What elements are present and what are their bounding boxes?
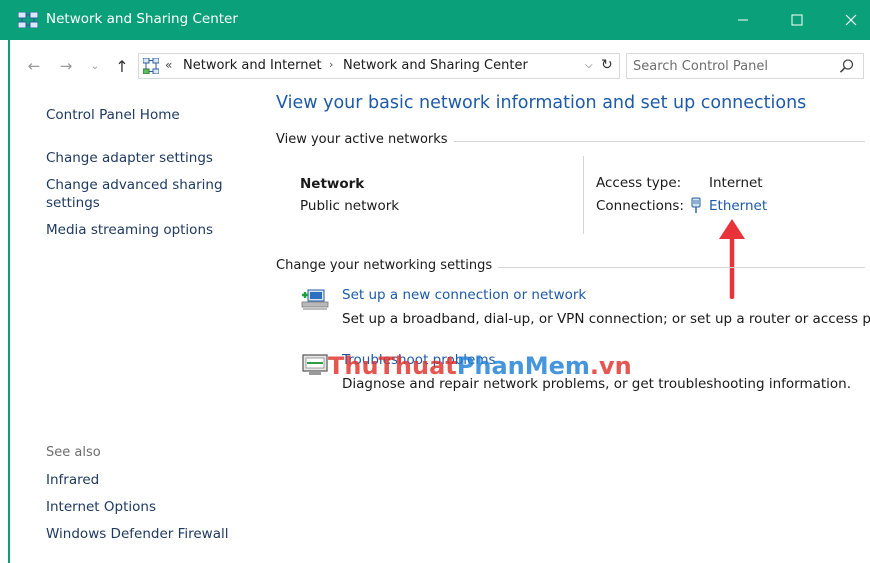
watermark-part-1: ThuThuat [328,352,457,380]
set-up-new-connection-description: Set up a broadband, dial-up, or VPN conn… [342,311,870,327]
watermark-part-2: PhanMem [456,352,590,380]
overflow-chevron-icon[interactable]: « [165,58,172,72]
navigation-bar: ← → ⌄ ↑ « Network and Internet › Network… [12,40,870,92]
breadcrumb-network-and-internet[interactable]: Network and Internet [183,58,322,73]
new-connection-icon[interactable] [300,287,330,313]
page-title: View your basic network information and … [276,93,807,113]
media-streaming-options-link[interactable]: Media streaming options [46,221,213,239]
minimize-icon [738,19,748,21]
back-arrow-icon[interactable]: ← [24,56,44,76]
access-type-value: Internet [709,175,763,191]
maximize-button[interactable] [774,0,820,40]
window-title: Network and Sharing Center [46,11,238,27]
infrared-link[interactable]: Infrared [46,471,99,489]
networking-settings-heading: Change your networking settings [276,258,499,273]
control-panel-home-link[interactable]: Control Panel Home [46,106,180,124]
connections-label: Connections: [596,198,684,214]
address-dropdown-icon[interactable]: ⌵ [585,60,593,71]
title-bar: Network and Sharing Center [0,0,870,40]
forward-arrow-icon[interactable]: → [56,56,76,76]
watermark-part-3: .vn [589,352,632,380]
change-advanced-sharing-settings-link[interactable]: Change advanced sharing settings [46,176,226,212]
site-watermark: ThuThuatPhanMem.vn [328,352,632,380]
troubleshoot-icon[interactable] [300,353,330,379]
access-type-label: Access type: [596,175,682,191]
set-up-new-connection-link[interactable]: Set up a new connection or network [342,287,586,303]
recent-locations-chevron-icon[interactable]: ⌄ [88,56,102,76]
refresh-icon[interactable]: ↻ [601,57,613,73]
internet-options-link[interactable]: Internet Options [46,498,156,516]
network-center-icon [18,12,38,28]
red-annotation-arrow-icon [719,219,745,299]
network-category[interactable]: Public network [300,198,399,214]
see-also-heading: See also [46,445,101,460]
active-networks-heading: View your active networks [276,132,454,147]
search-input[interactable] [633,57,833,75]
close-button[interactable] [828,0,870,40]
main-content: View your basic network information and … [270,92,870,563]
network-details-divider [583,156,584,234]
up-arrow-icon[interactable]: ↑ [114,56,130,76]
breadcrumb-network-and-sharing-center[interactable]: Network and Sharing Center [343,58,528,73]
close-icon [845,14,857,26]
network-name: Network [300,176,365,192]
left-task-pane: Control Panel Home Change adapter settin… [12,92,252,563]
change-adapter-settings-link[interactable]: Change adapter settings [46,149,213,167]
ethernet-connection-link[interactable]: Ethernet [709,198,767,214]
ethernet-plug-icon [691,197,701,213]
maximize-icon [791,14,803,26]
network-center-small-icon [143,58,159,74]
search-box[interactable] [626,53,864,79]
windows-defender-firewall-link[interactable]: Windows Defender Firewall [46,525,229,543]
address-bar[interactable]: « Network and Internet › Network and Sha… [138,53,620,79]
minimize-button[interactable] [720,0,766,40]
breadcrumb-separator-icon[interactable]: › [329,58,333,71]
window-left-border [0,40,10,563]
search-icon[interactable] [839,58,855,74]
